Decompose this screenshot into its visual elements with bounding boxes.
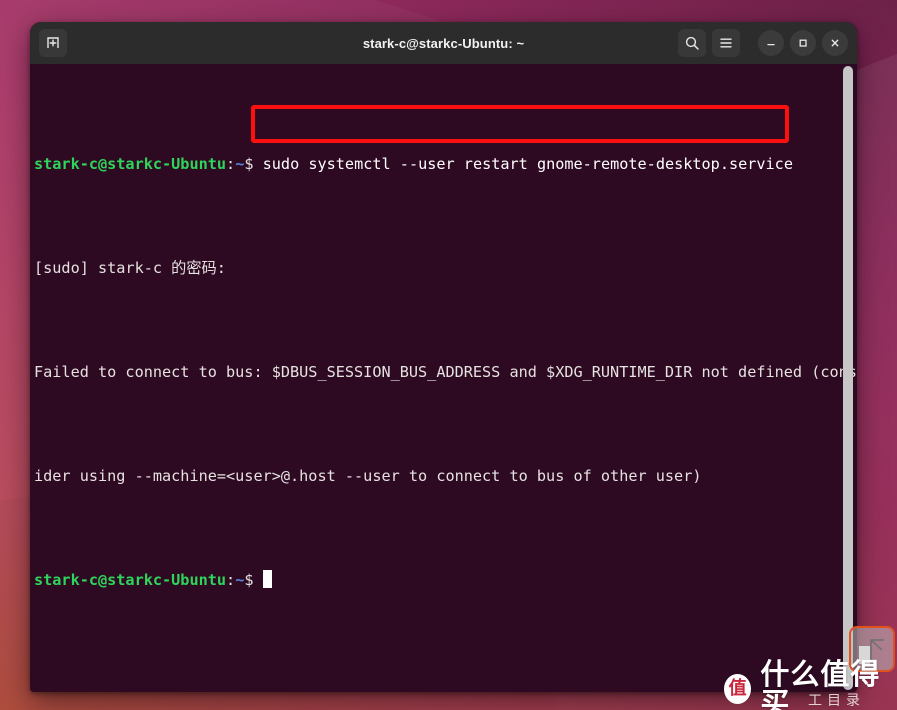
terminal-body[interactable]: stark-c@starkc-Ubuntu:~$ sudo systemctl … (30, 64, 857, 692)
terminal-line: Failed to connect to bus: $DBUS_SESSION_… (34, 359, 857, 385)
watermark-subtext: 工目录 (808, 693, 865, 709)
new-tab-icon (45, 35, 61, 51)
prompt-user-host: stark-c@starkc-Ubuntu (34, 571, 227, 589)
window-title-bar: stark-c@starkc-Ubuntu: ~ (30, 22, 857, 64)
desktop-icon-glyph (859, 639, 884, 664)
prompt-dollar: $ (244, 155, 263, 173)
scrollbar-thumb[interactable] (843, 66, 853, 690)
terminal-output-text: ider using --machine=<user>@.host --user… (34, 467, 702, 485)
terminal-scrollbar[interactable] (843, 66, 853, 690)
close-icon (828, 36, 842, 50)
desktop-file-icon[interactable] (849, 626, 895, 672)
close-button[interactable] (822, 30, 848, 56)
search-icon (684, 35, 700, 51)
terminal-output-text: Failed to connect to bus: $DBUS_SESSION_… (34, 363, 857, 381)
terminal-output-text: [sudo] stark-c 的密码: (34, 259, 226, 277)
prompt-user-host: stark-c@starkc-Ubuntu (34, 155, 227, 173)
minimize-button[interactable] (758, 30, 784, 56)
prompt-path: ~ (235, 155, 245, 173)
hamburger-menu-button[interactable] (712, 29, 740, 57)
terminal-output: stark-c@starkc-Ubuntu:~$ sudo systemctl … (32, 73, 857, 671)
terminal-cursor (262, 570, 272, 588)
terminal-window: stark-c@starkc-Ubuntu: ~ stark-c@starkc-… (30, 22, 857, 692)
terminal-line: stark-c@starkc-Ubuntu:~$ sudo systemctl … (34, 151, 857, 177)
terminal-command: sudo systemctl --user restart gnome-remo… (262, 155, 793, 173)
terminal-line: ider using --machine=<user>@.host --user… (34, 463, 857, 489)
prompt-path: ~ (235, 571, 245, 589)
maximize-button[interactable] (790, 30, 816, 56)
maximize-icon (796, 36, 810, 50)
prompt-colon: : (226, 571, 236, 589)
new-tab-button[interactable] (39, 29, 67, 57)
search-button[interactable] (678, 29, 706, 57)
minimize-icon (764, 36, 778, 50)
prompt-colon: : (226, 155, 236, 173)
terminal-line: stark-c@starkc-Ubuntu:~$ (34, 567, 857, 593)
prompt-dollar: $ (244, 571, 263, 589)
titlebar-controls (678, 29, 848, 57)
terminal-line: [sudo] stark-c 的密码: (34, 255, 857, 281)
desktop-background: stark-c@starkc-Ubuntu: ~ stark-c@starkc-… (0, 0, 897, 710)
hamburger-menu-icon (718, 35, 734, 51)
